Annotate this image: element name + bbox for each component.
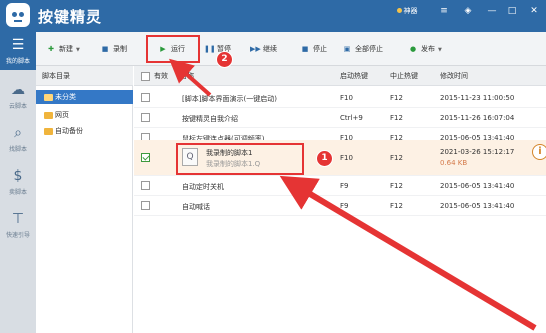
record-button[interactable]: ■ 录制 — [100, 40, 127, 58]
nav-find-scripts[interactable]: ⌕ 找脚本 — [0, 120, 36, 158]
minimize-button[interactable]: — — [482, 0, 502, 22]
info-icon[interactable]: i — [532, 144, 546, 160]
stop-icon: ■ — [301, 45, 309, 53]
nav-label: 我的脚本 — [5, 58, 30, 65]
col-stop-key[interactable]: 中止热键 — [390, 66, 418, 86]
start-key: F10 — [340, 154, 353, 162]
folder-item[interactable]: 未分类 — [36, 90, 133, 104]
nav-label: 卖脚本 — [8, 189, 27, 196]
table-row[interactable]: 自动定时关机 F9 F12 2015-06-05 13:41:40 — [134, 176, 546, 196]
modified-time: 2015-06-05 13:41:40 — [440, 202, 515, 210]
file-size: 0.64 KB — [440, 159, 468, 167]
resume-button[interactable]: ▶▶ 继续 — [250, 40, 277, 58]
folder-item[interactable]: 自动备份 — [42, 124, 130, 138]
app-logo-icon — [6, 3, 30, 27]
left-nav: ☰ 我的脚本 ☁ 云脚本 ⌕ 找脚本 $ 卖脚本 ⊤ 快速引导 — [0, 32, 36, 333]
folder-icon — [44, 94, 53, 101]
stop-button[interactable]: ■ 停止 — [300, 40, 327, 58]
step-2-badge: 2 — [216, 51, 233, 68]
row-checkbox[interactable] — [141, 201, 150, 210]
script-name: 按键精灵自我介绍 — [182, 115, 238, 123]
stop-key: F12 — [390, 114, 403, 122]
modified-time: 2015-11-23 11:00:50 — [440, 94, 515, 102]
select-all-checkbox[interactable] — [141, 72, 150, 81]
col-enabled[interactable]: 有效 — [154, 66, 168, 86]
new-button[interactable]: ✚ 新建 ▼ — [46, 40, 80, 58]
video-icon: ■ — [101, 45, 109, 53]
modified-time: 2015-06-05 13:41:40 — [440, 182, 515, 190]
table-row[interactable]: 按键精灵自我介绍 Ctrl+9 F12 2015-11-26 16:07:04 — [134, 108, 546, 128]
chevron-down-icon: ▼ — [438, 47, 442, 53]
chevron-down-icon: ▼ — [76, 47, 80, 53]
menu-icon[interactable]: ≡ — [434, 0, 454, 22]
script-name: 自动定时关机 — [182, 183, 224, 191]
guide-icon: ⊤ — [11, 211, 25, 227]
maximize-button[interactable]: □ — [502, 0, 522, 22]
nav-quick-guide[interactable]: ⊤ 快速引导 — [0, 206, 36, 244]
stop-key: F12 — [390, 94, 403, 102]
folder-item[interactable]: 网页 — [42, 108, 130, 122]
folder-icon — [44, 128, 53, 135]
nav-cloud-scripts[interactable]: ☁ 云脚本 — [0, 77, 36, 115]
row-checkbox[interactable] — [141, 153, 150, 162]
script-table: 有效 名称 启动热键 中止热键 修改时间 [脚本]脚本界面演示(一键启动) F1… — [134, 66, 546, 333]
app-title: 按键精灵 — [38, 8, 103, 26]
table-row[interactable]: [脚本]脚本界面演示(一键启动) F10 F12 2015-11-23 11:0… — [134, 88, 546, 108]
folder-panel-header: 脚本目录 — [36, 66, 133, 86]
row-checkbox[interactable] — [141, 113, 150, 122]
pin-button[interactable]: 神器 — [393, 0, 421, 22]
stop-key: F12 — [390, 202, 403, 210]
pause-icon: ❚❚ — [204, 45, 216, 53]
search-icon: ⌕ — [14, 125, 22, 141]
stop-all-icon: ▣ — [343, 45, 351, 53]
cloud-icon: ☁ — [11, 82, 25, 98]
nav-label: 找脚本 — [8, 146, 27, 153]
modified-time: 2021-03-26 15:12:17 — [440, 148, 515, 156]
nav-label: 云脚本 — [8, 103, 27, 110]
script-name: 自动喊话 — [182, 203, 210, 211]
table-row[interactable]: 自动喊话 F9 F12 2015-06-05 13:41:40 — [134, 196, 546, 216]
stop-key: F12 — [390, 182, 403, 190]
start-key: F9 — [340, 182, 349, 190]
start-key: F10 — [340, 94, 353, 102]
close-button[interactable]: ✕ — [524, 0, 544, 22]
modified-time: 2015-11-26 16:07:04 — [440, 114, 515, 122]
folder-panel: 脚本目录 未分类 网页 自动备份 — [36, 66, 133, 333]
script-name: [脚本]脚本界面演示(一键启动) — [182, 95, 277, 103]
step-1-badge: 1 — [316, 150, 333, 167]
fast-forward-icon: ▶▶ — [250, 45, 261, 53]
row-checkbox[interactable] — [141, 181, 150, 190]
skin-icon[interactable]: ◈ — [458, 0, 478, 22]
run-highlight-box — [146, 35, 200, 63]
col-name[interactable]: 名称 — [180, 66, 194, 86]
nav-label: 快速引导 — [5, 232, 30, 239]
title-bar: 按键精灵 神器 ≡ ◈ — □ ✕ — [0, 0, 546, 32]
nav-my-scripts[interactable]: ☰ 我的脚本 — [0, 32, 36, 70]
row-checkbox[interactable] — [141, 93, 150, 102]
folder-icon — [44, 112, 53, 119]
stop-all-button[interactable]: ▣ 全部停止 — [342, 40, 383, 58]
stop-key: F12 — [390, 154, 403, 162]
row-highlight-box — [176, 143, 304, 175]
toolbar: ✚ 新建 ▼ ■ 录制 ▶ 运行 ❚❚暂停 ▶▶ 继续 ■ 停止 ▣ 全部停止 ● 发布 ▼ — [36, 32, 546, 66]
nav-sell-scripts[interactable]: $ 卖脚本 — [0, 163, 36, 201]
list-icon: ☰ — [11, 37, 25, 53]
publish-button[interactable]: ● 发布 ▼ — [408, 40, 442, 58]
publish-icon: ● — [409, 45, 417, 53]
plus-icon: ✚ — [48, 45, 54, 53]
start-key: Ctrl+9 — [340, 114, 363, 122]
dollar-icon: $ — [13, 168, 23, 184]
col-start-key[interactable]: 启动热键 — [340, 66, 368, 86]
start-key: F9 — [340, 202, 349, 210]
col-modified[interactable]: 修改时间 — [440, 66, 468, 86]
